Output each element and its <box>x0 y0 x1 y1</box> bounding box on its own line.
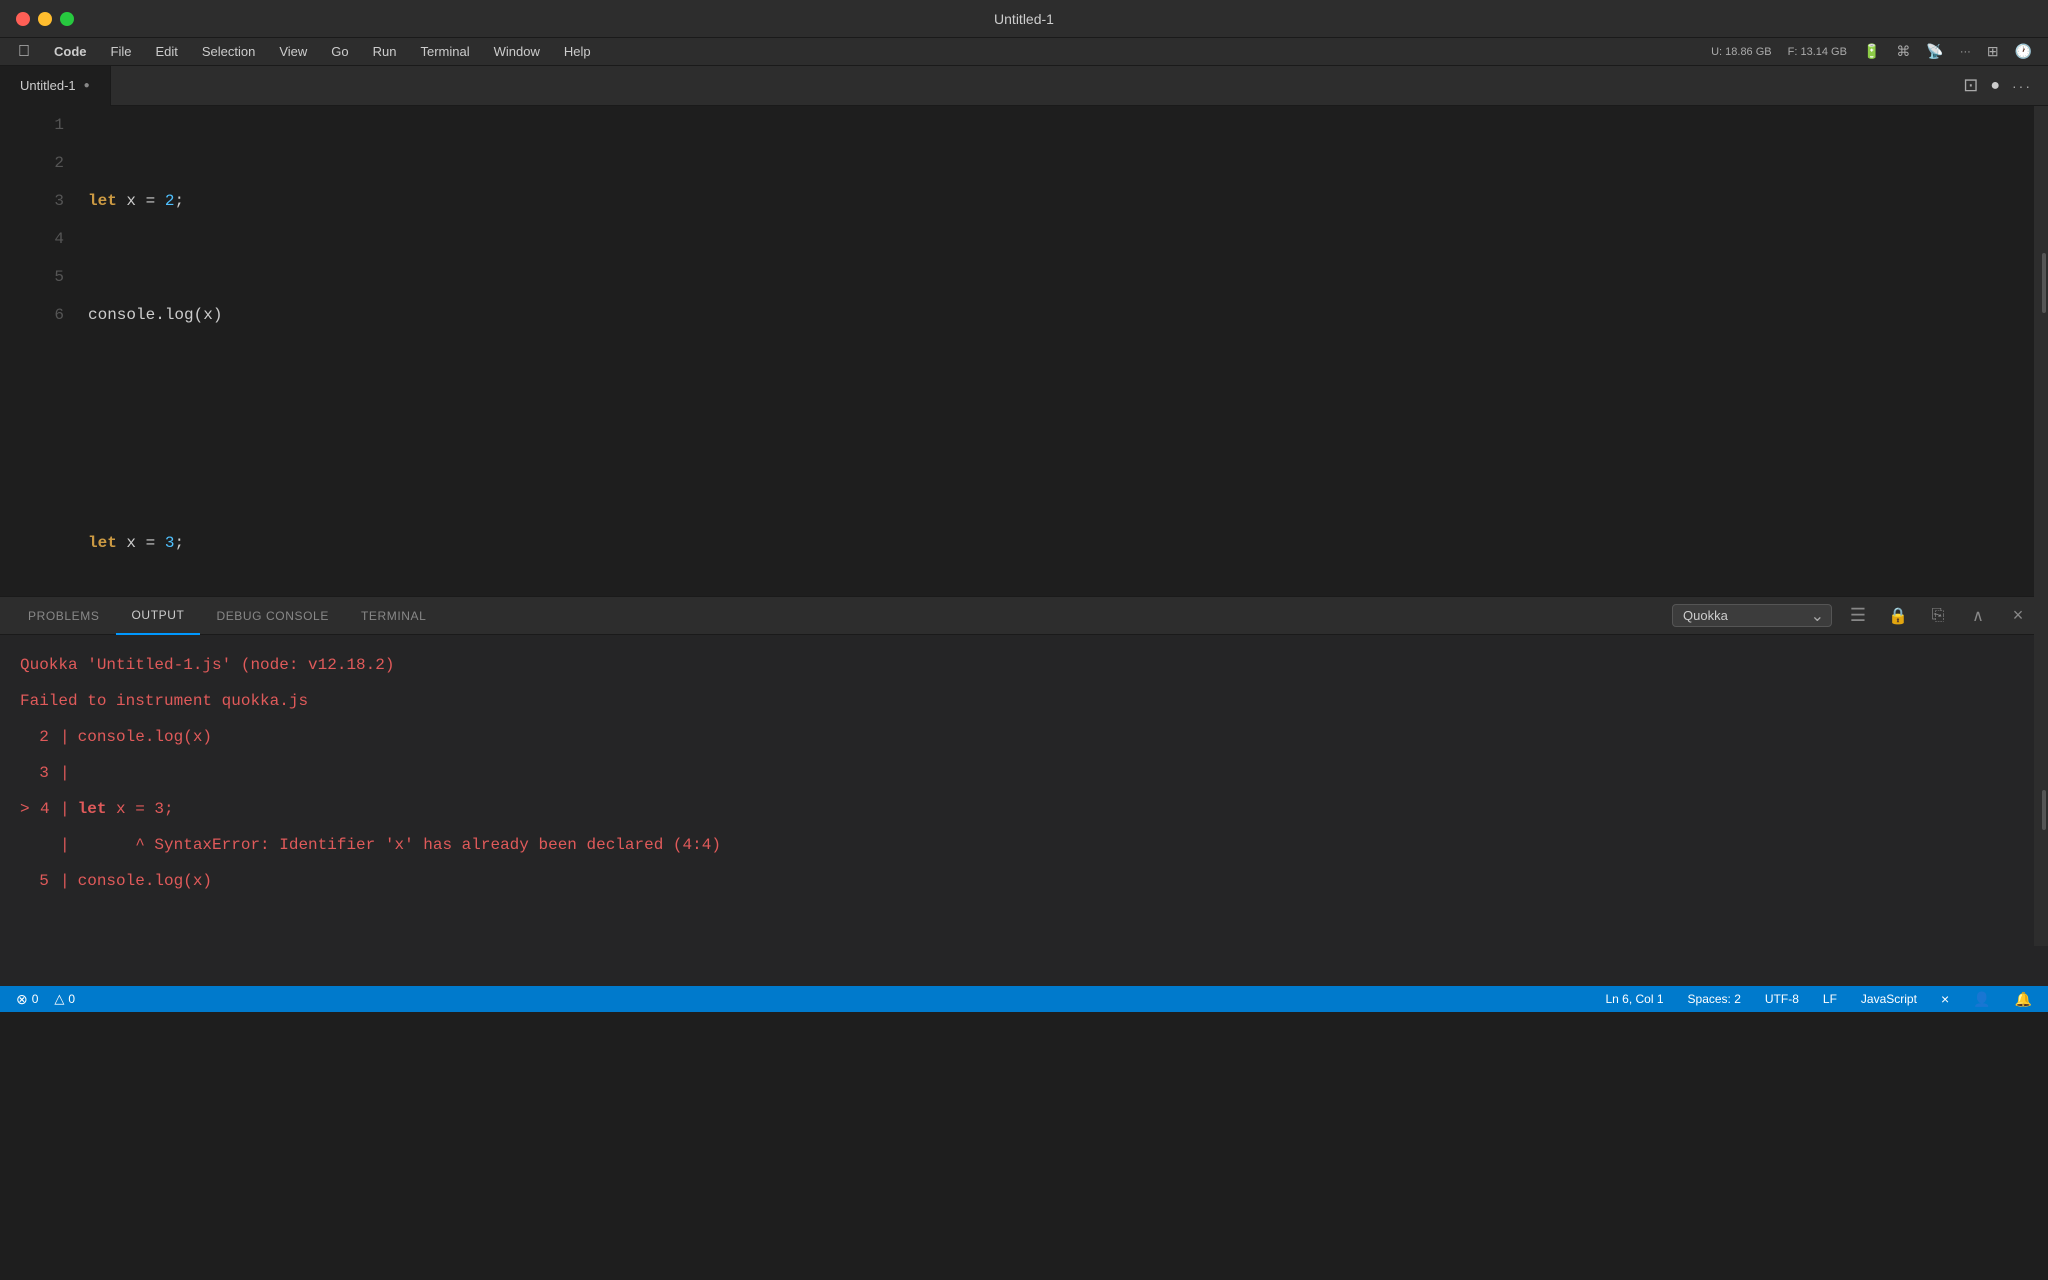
error-count: 0 <box>32 992 39 1006</box>
language-mode[interactable]: JavaScript <box>1861 992 1917 1006</box>
output-text-7: console.log(x) <box>78 863 212 899</box>
editor-scrollbar[interactable] <box>2034 106 2048 596</box>
code-line-2: console.log(x) <box>88 296 2026 334</box>
editor-tab-untitled[interactable]: Untitled-1 ● <box>0 66 111 106</box>
status-right: Ln 6, Col 1 Spaces: 2 UTF-8 LF JavaScrip… <box>1605 991 2032 1008</box>
scrollbar-thumb[interactable] <box>2042 253 2046 313</box>
menu-selection[interactable]: Selection <box>192 42 265 61</box>
copy-icon[interactable]: ⎘ <box>1924 602 1952 630</box>
error-status[interactable]: ⊗ 0 <box>16 991 38 1008</box>
code-line-3 <box>88 410 2026 448</box>
menu-terminal[interactable]: Terminal <box>411 42 480 61</box>
output-text-1: Quokka 'Untitled-1.js' (node: v12.18.2) <box>20 647 394 683</box>
output-text-3: console.log(x) <box>78 719 212 755</box>
tab-debug-console[interactable]: DEBUG CONSOLE <box>200 597 345 635</box>
more-icon: ··· <box>1960 46 1971 58</box>
split-editor-icon[interactable]: ⊡ <box>1963 75 1978 96</box>
clock-icon: 🕐 <box>2015 43 2032 60</box>
output-line-6: | ^ SyntaxError: Identifier 'x' has alre… <box>20 827 2028 863</box>
tab-modified-dot: ● <box>84 80 90 91</box>
line-num-4: 4 <box>16 220 64 258</box>
airdrop-icon: 📡 <box>1926 43 1943 60</box>
menu-view[interactable]: View <box>269 42 317 61</box>
status-left: ⊗ 0 △ 0 <box>16 991 75 1008</box>
menu-run[interactable]: Run <box>363 42 407 61</box>
menu-code[interactable]: Code <box>44 42 97 61</box>
output-text-2: Failed to instrument quokka.js <box>20 683 308 719</box>
sys-memory-u: U: 18.86 GB <box>1711 46 1772 58</box>
battery-icon: 🔋 <box>1863 43 1880 60</box>
line-num-1: 1 <box>16 106 64 144</box>
menu-window[interactable]: Window <box>484 42 550 61</box>
tab-output[interactable]: OUTPUT <box>116 597 201 635</box>
panel: PROBLEMS OUTPUT DEBUG CONSOLE TERMINAL Q… <box>0 596 2048 986</box>
sys-memory-f: F: 13.14 GB <box>1788 46 1847 58</box>
code-editor[interactable]: let x = 2; console.log(x) let x = 3; con… <box>80 106 2034 596</box>
minimize-button[interactable] <box>38 12 52 26</box>
code-line-4: let x = 3; <box>88 524 2026 562</box>
list-filter-icon[interactable]: ☰ <box>1844 602 1872 630</box>
output-content: Quokka 'Untitled-1.js' (node: v12.18.2) … <box>0 635 2048 986</box>
warning-status[interactable]: △ 0 <box>54 991 75 1007</box>
menu-file[interactable]: File <box>101 42 142 61</box>
lock-icon[interactable]: 🔒 <box>1884 602 1912 630</box>
output-line-5: > 4 | let x = 3; <box>20 791 2028 827</box>
output-source-select[interactable]: Quokka <box>1672 604 1832 627</box>
tab-terminal[interactable]: TERMINAL <box>345 597 442 635</box>
more-actions-icon[interactable]: ··· <box>2012 78 2032 94</box>
wifi-icon: ⌘ <box>1896 43 1910 60</box>
output-line-1: Quokka 'Untitled-1.js' (node: v12.18.2) <box>20 647 2028 683</box>
error-icon: ⊗ <box>16 991 28 1008</box>
encoding[interactable]: UTF-8 <box>1765 992 1799 1006</box>
tab-label: Untitled-1 <box>20 78 76 93</box>
indentation[interactable]: Spaces: 2 <box>1688 992 1741 1006</box>
panel-scrollbar[interactable] <box>2034 556 2048 946</box>
line-num-2: 2 <box>16 144 64 182</box>
menu-edit[interactable]: Edit <box>145 42 187 61</box>
editor-area[interactable]: 1 2 3 4 5 6 let x = 2; console.log(x) le… <box>0 106 2048 596</box>
line-num-5: 5 <box>16 258 64 296</box>
line-num-6: 6 <box>16 296 64 334</box>
traffic-lights <box>16 12 74 26</box>
eol[interactable]: LF <box>1823 992 1837 1006</box>
warning-count: 0 <box>68 992 75 1006</box>
panel-tabs: PROBLEMS OUTPUT DEBUG CONSOLE TERMINAL Q… <box>0 597 2048 635</box>
menu-go[interactable]: Go <box>321 42 358 61</box>
menu-help[interactable]: Help <box>554 42 601 61</box>
chevron-up-icon[interactable]: ∧ <box>1964 602 1992 630</box>
output-text-6: ^ SyntaxError: Identifier 'x' has alread… <box>78 827 721 863</box>
unsaved-dot: ● <box>1990 77 2000 95</box>
output-line-4: 3 | <box>20 755 2028 791</box>
title-bar: Untitled-1 <box>0 0 2048 38</box>
output-line-3: 2 | console.log(x) <box>20 719 2028 755</box>
close-button[interactable] <box>16 12 30 26</box>
control-center-icon: ⊞ <box>1987 43 1999 60</box>
tab-actions: ⊡ ● ··· <box>1963 75 2032 96</box>
code-line-1: let x = 2; <box>88 182 2026 220</box>
warning-icon: △ <box>54 991 64 1007</box>
output-line-7: 5 | console.log(x) <box>20 863 2028 899</box>
close-panel-icon[interactable]: × <box>2004 602 2032 630</box>
window-title: Untitled-1 <box>994 11 1054 27</box>
output-line-2: Failed to instrument quokka.js <box>20 683 2028 719</box>
output-text-5: let x = 3; <box>78 791 174 827</box>
maximize-button[interactable] <box>60 12 74 26</box>
menu-bar:  Code File Edit Selection View Go Run T… <box>0 38 2048 66</box>
status-bar: ⊗ 0 △ 0 Ln 6, Col 1 Spaces: 2 UTF-8 LF J… <box>0 986 2048 1012</box>
bell-icon[interactable]: 🔔 <box>2015 991 2032 1008</box>
tab-problems[interactable]: PROBLEMS <box>12 597 116 635</box>
close-status-icon[interactable]: × <box>1941 991 1949 1007</box>
panel-dropdown: Quokka ⌄ ☰ 🔒 ⎘ ∧ × <box>1672 602 2032 630</box>
cursor-position[interactable]: Ln 6, Col 1 <box>1605 992 1663 1006</box>
panel-scrollbar-thumb[interactable] <box>2042 790 2046 830</box>
line-num-3: 3 <box>16 182 64 220</box>
tab-bar: Untitled-1 ● ⊡ ● ··· <box>0 66 2048 106</box>
notifications-icon[interactable]: 👤 <box>1973 991 1990 1008</box>
line-numbers: 1 2 3 4 5 6 <box>0 106 80 596</box>
menu-apple[interactable]:  <box>8 41 40 63</box>
